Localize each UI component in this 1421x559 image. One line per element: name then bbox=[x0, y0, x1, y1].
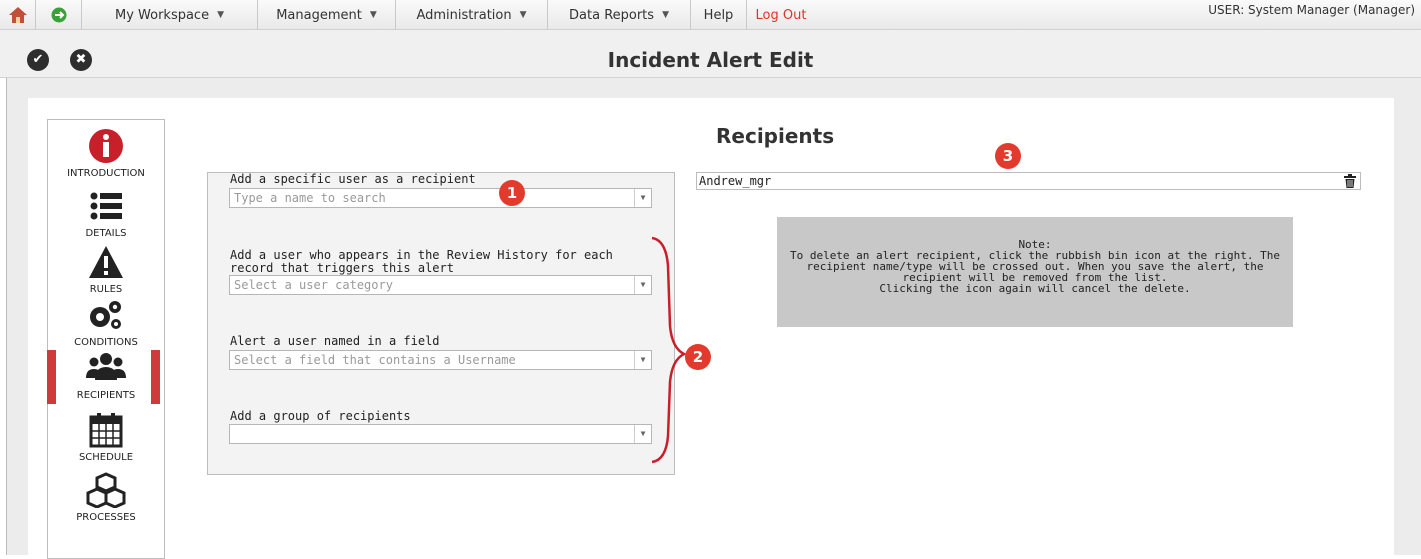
home-icon[interactable] bbox=[0, 0, 36, 30]
chevron-down-icon[interactable]: ▼ bbox=[634, 351, 651, 369]
warning-icon bbox=[89, 246, 123, 278]
trash-icon[interactable] bbox=[1344, 174, 1356, 188]
recipients-heading: Recipients bbox=[716, 124, 835, 148]
chevron-down-icon: ▼ bbox=[217, 10, 225, 20]
delete-note: Note: To delete an alert recipient, clic… bbox=[777, 217, 1293, 327]
chevron-down-icon: ▼ bbox=[369, 10, 377, 20]
refresh-icon[interactable] bbox=[36, 0, 82, 30]
nav-item-details[interactable]: DETAILS bbox=[48, 188, 164, 239]
active-indicator-right bbox=[151, 350, 160, 404]
nav-item-recipients[interactable]: RECIPIENTS bbox=[48, 350, 164, 401]
list-icon bbox=[90, 192, 122, 220]
field-user-label: Alert a user named in a field bbox=[230, 334, 440, 348]
recipient-group-select[interactable]: ▼ bbox=[229, 424, 652, 444]
recipient-row: Andrew_mgr bbox=[696, 172, 1361, 190]
user-category-select[interactable]: Select a user category ▼ bbox=[229, 275, 652, 295]
annotation-badge-3: 3 bbox=[995, 143, 1021, 169]
nav-item-rules[interactable]: RULES bbox=[48, 244, 164, 295]
menu-management[interactable]: Management ▼ bbox=[258, 0, 396, 30]
menu-data-reports[interactable]: Data Reports ▼ bbox=[548, 0, 691, 30]
chevron-down-icon[interactable]: ▼ bbox=[634, 189, 651, 207]
username-field-select[interactable]: Select a field that contains a Username … bbox=[229, 350, 652, 370]
side-nav: INTRODUCTION DETAILS RULES CONDITIONS RE… bbox=[47, 119, 165, 559]
cubes-icon bbox=[86, 472, 126, 509]
nav-item-introduction[interactable]: INTRODUCTION bbox=[48, 128, 164, 179]
specific-user-label: Add a specific user as a recipient bbox=[230, 172, 476, 186]
group-label: Add a group of recipients bbox=[230, 409, 411, 423]
info-icon bbox=[89, 129, 123, 163]
active-indicator-left bbox=[47, 350, 56, 404]
nav-item-schedule[interactable]: SCHEDULE bbox=[48, 412, 164, 463]
nav-item-conditions[interactable]: CONDITIONS bbox=[48, 297, 164, 348]
gears-icon bbox=[90, 301, 121, 329]
chevron-down-icon[interactable]: ▼ bbox=[634, 425, 651, 443]
brace-annotation bbox=[651, 236, 687, 464]
chevron-down-icon[interactable]: ▼ bbox=[634, 276, 651, 294]
chevron-down-icon: ▼ bbox=[662, 10, 669, 20]
chevron-down-icon: ▼ bbox=[519, 10, 527, 20]
recipient-name: Andrew_mgr bbox=[699, 174, 772, 188]
menu-my-workspace[interactable]: My Workspace ▼ bbox=[82, 0, 258, 30]
calendar-icon bbox=[89, 413, 123, 448]
top-menu-bar: My Workspace ▼ Management ▼ Administration… bbox=[0, 0, 1421, 30]
menu-logout[interactable]: Log Out bbox=[747, 0, 815, 30]
annotation-badge-2: 2 bbox=[685, 344, 711, 370]
page-title: Incident Alert Edit bbox=[607, 48, 814, 72]
group-icon bbox=[86, 353, 126, 380]
review-history-label: Add a user who appears in the Review His… bbox=[230, 248, 613, 275]
nav-item-processes[interactable]: PROCESSES bbox=[48, 472, 164, 523]
specific-user-search-input[interactable]: Type a name to search ▼ bbox=[229, 188, 652, 208]
menu-help[interactable]: Help bbox=[691, 0, 747, 30]
user-info: USER: System Manager (Manager) bbox=[1208, 3, 1415, 17]
annotation-badge-1: 1 bbox=[499, 180, 525, 206]
menu-administration[interactable]: Administration ▼ bbox=[396, 0, 548, 30]
